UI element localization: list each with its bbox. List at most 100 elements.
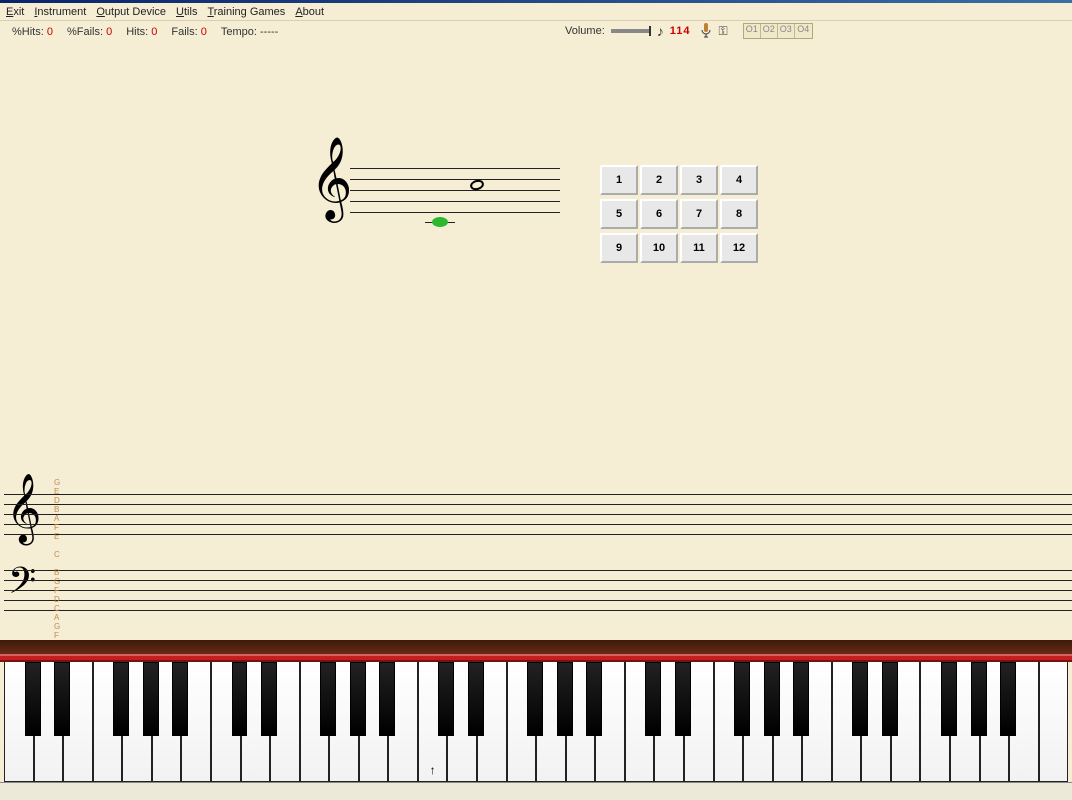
note-label xyxy=(54,559,60,568)
white-key[interactable] xyxy=(4,662,34,782)
menu-output-device-label: utput Device xyxy=(105,6,166,18)
black-key[interactable] xyxy=(764,662,780,736)
note-label xyxy=(54,541,60,550)
middle-c-marker: ↑ xyxy=(430,763,436,777)
black-key[interactable] xyxy=(527,662,543,736)
black-key[interactable] xyxy=(645,662,661,736)
black-key[interactable] xyxy=(675,662,691,736)
stat-hits: Hits: 0 xyxy=(126,26,157,38)
numpad-8[interactable]: 8 xyxy=(720,199,758,229)
grand-bass-lines xyxy=(4,570,1072,620)
octave-o1[interactable]: O1 xyxy=(744,24,761,38)
stat-tempo: Tempo: ----- xyxy=(221,26,278,38)
octave-o3[interactable]: O3 xyxy=(778,24,795,38)
window-status-bar xyxy=(0,782,1072,800)
note-name-labels: GEDBAFECBGFDCAGF xyxy=(54,478,60,640)
note-label: C xyxy=(54,550,60,559)
note-label: A xyxy=(54,613,60,622)
note-label: F xyxy=(54,586,60,595)
numpad-6[interactable]: 6 xyxy=(640,199,678,229)
black-key[interactable] xyxy=(379,662,395,736)
black-key[interactable] xyxy=(350,662,366,736)
numpad-12[interactable]: 12 xyxy=(720,233,758,263)
white-key[interactable] xyxy=(714,662,744,782)
note-label: G xyxy=(54,577,60,586)
white-key[interactable] xyxy=(93,662,123,782)
menu-output-device[interactable]: Output Device xyxy=(96,6,166,18)
numpad-9[interactable]: 9 xyxy=(600,233,638,263)
menu-exit-label: xit xyxy=(13,6,24,18)
white-key[interactable] xyxy=(832,662,862,782)
note-label: F xyxy=(54,631,60,640)
menu-instrument-label: nstrument xyxy=(37,6,86,18)
black-key[interactable] xyxy=(438,662,454,736)
numpad-11[interactable]: 11 xyxy=(680,233,718,263)
white-key[interactable] xyxy=(1039,662,1069,782)
octave-o2[interactable]: O2 xyxy=(761,24,778,38)
stat-percent-hits: %Hits: 0 xyxy=(12,26,53,38)
numpad-3[interactable]: 3 xyxy=(680,165,718,195)
note-label: B xyxy=(54,505,60,514)
piano-rail xyxy=(0,640,1072,654)
volume-value: 114 xyxy=(670,25,691,37)
black-key[interactable] xyxy=(143,662,159,736)
black-key[interactable] xyxy=(113,662,129,736)
numpad-10[interactable]: 10 xyxy=(640,233,678,263)
black-key[interactable] xyxy=(852,662,868,736)
black-key[interactable] xyxy=(25,662,41,736)
menu-exit[interactable]: Exit xyxy=(6,6,24,18)
numpad-1[interactable]: 1 xyxy=(600,165,638,195)
volume-area: Volume: ♪ 114 ⚿ O1 O2 O3 O4 xyxy=(565,23,813,39)
treble-clef-icon: 𝄞 xyxy=(310,142,353,214)
microphone-icon[interactable] xyxy=(697,23,713,39)
menu-about[interactable]: About xyxy=(295,6,324,18)
black-key[interactable] xyxy=(557,662,573,736)
note-label: G xyxy=(54,622,60,631)
numpad-5[interactable]: 5 xyxy=(600,199,638,229)
numpad-7[interactable]: 7 xyxy=(680,199,718,229)
main-staff: 𝄞 xyxy=(310,150,570,250)
numpad-2[interactable]: 2 xyxy=(640,165,678,195)
black-key[interactable] xyxy=(54,662,70,736)
menu-instrument[interactable]: Instrument xyxy=(34,6,86,18)
black-key[interactable] xyxy=(172,662,188,736)
current-note-indicator xyxy=(432,217,448,227)
grand-treble-lines xyxy=(4,494,1072,544)
white-key[interactable] xyxy=(625,662,655,782)
black-key[interactable] xyxy=(793,662,809,736)
key-icon[interactable]: ⚿ xyxy=(719,24,728,39)
note-label: F xyxy=(54,523,60,532)
status-bar: %Hits: 0 %Fails: 0 Hits: 0 Fails: 0 Temp… xyxy=(0,21,1072,43)
white-key[interactable] xyxy=(507,662,537,782)
numpad-4[interactable]: 4 xyxy=(720,165,758,195)
white-key[interactable] xyxy=(920,662,950,782)
black-key[interactable] xyxy=(261,662,277,736)
white-key[interactable] xyxy=(211,662,241,782)
menu-utils-label: tils xyxy=(184,6,197,18)
menu-training-games[interactable]: Training Games xyxy=(207,6,285,18)
black-key[interactable] xyxy=(734,662,750,736)
black-key[interactable] xyxy=(941,662,957,736)
octave-o4[interactable]: O4 xyxy=(795,24,812,38)
note-label: E xyxy=(54,487,60,496)
black-key[interactable] xyxy=(971,662,987,736)
menu-bar: Exit Instrument Output Device Utils Trai… xyxy=(0,3,1072,21)
note-label: B xyxy=(54,568,60,577)
black-key[interactable] xyxy=(586,662,602,736)
black-key[interactable] xyxy=(232,662,248,736)
note-label: A xyxy=(54,514,60,523)
note-label: E xyxy=(54,532,60,541)
black-key[interactable] xyxy=(882,662,898,736)
white-key[interactable] xyxy=(300,662,330,782)
white-key[interactable]: ↑ xyxy=(418,662,448,782)
eighth-note-icon: ♪ xyxy=(657,23,664,39)
note-label: G xyxy=(54,478,60,487)
black-key[interactable] xyxy=(320,662,336,736)
note-label: D xyxy=(54,595,60,604)
menu-utils[interactable]: Utils xyxy=(176,6,197,18)
octave-selector: O1 O2 O3 O4 xyxy=(743,23,813,39)
black-key[interactable] xyxy=(1000,662,1016,736)
volume-slider[interactable] xyxy=(611,29,651,33)
piano-keyboard: ↑ xyxy=(4,662,1068,782)
black-key[interactable] xyxy=(468,662,484,736)
